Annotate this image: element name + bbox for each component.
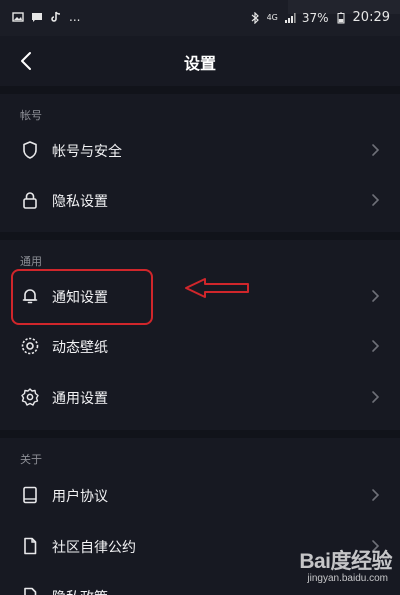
settings-item-label: 隐私政策 [52, 587, 108, 595]
chevron-right-icon [372, 194, 380, 206]
settings-item-privacy[interactable]: 隐私设置 [0, 176, 400, 226]
status-left-icons: ... [12, 10, 80, 24]
section-divider [0, 430, 400, 438]
wallpaper-icon [21, 337, 39, 355]
gear-icon [21, 388, 39, 406]
highlight-box [11, 269, 153, 325]
settings-item-label: 隐私设置 [52, 194, 108, 210]
chevron-right-icon [372, 391, 380, 403]
more-notifications: ... [69, 10, 81, 24]
battery-icon [337, 12, 345, 23]
book-icon [23, 486, 37, 504]
network-type: 4G [266, 13, 278, 22]
clock: 20:29 [352, 10, 390, 25]
settings-item-label: 社区自律公约 [52, 540, 136, 556]
chevron-right-icon [372, 340, 380, 352]
status-right-icons: 4G 37% 20:29 [249, 10, 390, 25]
arrow-left-icon [185, 278, 249, 298]
chevron-right-icon [372, 144, 380, 156]
section-divider [0, 86, 400, 94]
battery-percent: 37% [301, 10, 329, 25]
settings-item-user-agreement[interactable]: 用户协议 [0, 471, 400, 521]
section-divider [0, 232, 400, 240]
section-label-account: 帐号 [20, 109, 42, 122]
settings-item-account-security[interactable]: 帐号与安全 [0, 126, 400, 176]
watermark: Bai度经验 jingyan.baidu.com [270, 545, 392, 593]
status-bar: ... 4G 37% 20:29 [0, 0, 400, 36]
tiktok-icon [51, 11, 61, 22]
page-title: 设置 [183, 54, 216, 73]
signal-icon [284, 12, 296, 23]
document-icon [24, 587, 37, 595]
settings-item-live-wallpaper[interactable]: 动态壁纸 [0, 322, 400, 372]
watermark-logo: Bai度经验 [299, 550, 392, 573]
settings-item-label: 通用设置 [52, 391, 108, 407]
message-icon [32, 13, 42, 22]
section-label-general: 通用 [20, 255, 42, 268]
settings-item-general[interactable]: 通用设置 [0, 373, 400, 423]
settings-item-label: 用户协议 [52, 489, 108, 505]
document-icon [24, 537, 37, 555]
bluetooth-icon [251, 11, 259, 24]
watermark-url: jingyan.baidu.com [307, 573, 388, 584]
section-label-about: 关于 [20, 453, 42, 466]
shield-icon [23, 141, 37, 159]
settings-item-label: 帐号与安全 [52, 144, 122, 160]
chevron-right-icon [372, 489, 380, 501]
lock-icon [23, 192, 37, 209]
chevron-right-icon [372, 290, 380, 302]
app-header: 设置 [0, 36, 400, 86]
image-icon [12, 12, 24, 22]
settings-item-label: 动态壁纸 [52, 340, 108, 356]
